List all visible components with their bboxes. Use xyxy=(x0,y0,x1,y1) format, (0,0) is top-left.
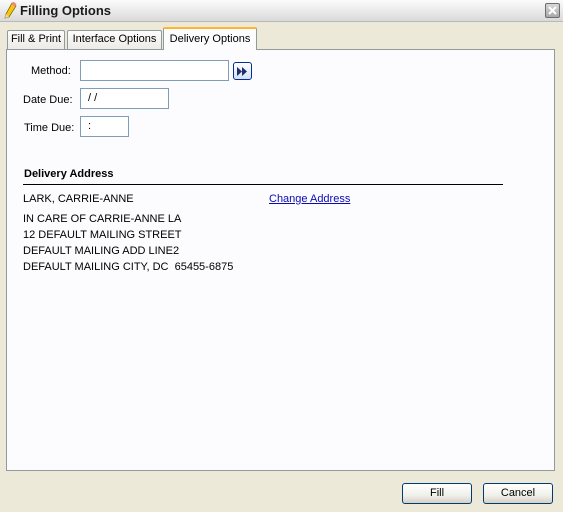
method-field[interactable] xyxy=(80,60,229,81)
close-icon[interactable] xyxy=(545,3,560,18)
fill-button[interactable]: Fill xyxy=(402,483,472,504)
time-due-field[interactable]: : xyxy=(80,116,129,137)
recipient-name: LARK, CARRIE-ANNE xyxy=(23,193,134,205)
method-label: Method: xyxy=(31,65,71,77)
tab-interface-options[interactable]: Interface Options xyxy=(67,30,162,49)
address-line: DEFAULT MAILING CITY, DC 65455-6875 xyxy=(23,261,234,273)
delivery-options-panel xyxy=(6,49,555,471)
address-line: IN CARE OF CARRIE-ANNE LA xyxy=(23,213,182,225)
double-arrow-right-icon xyxy=(237,67,247,76)
tab-delivery-options[interactable]: Delivery Options xyxy=(163,27,257,50)
delivery-address-heading: Delivery Address xyxy=(24,168,114,180)
address-line: DEFAULT MAILING ADD LINE2 xyxy=(23,245,180,257)
tab-fill-print[interactable]: Fill & Print xyxy=(7,30,65,49)
pencil-app-icon xyxy=(3,1,19,20)
window-title: Filling Options xyxy=(20,3,111,18)
section-divider xyxy=(23,184,503,185)
change-address-link[interactable]: Change Address xyxy=(269,193,350,205)
cancel-button[interactable]: Cancel xyxy=(483,483,553,504)
date-due-field[interactable]: / / xyxy=(80,88,169,109)
time-due-label: Time Due: xyxy=(24,122,75,134)
method-browse-button[interactable] xyxy=(233,62,252,80)
date-due-label: Date Due: xyxy=(23,94,73,106)
address-line: 12 DEFAULT MAILING STREET xyxy=(23,229,182,241)
title-bar[interactable]: Filling Options xyxy=(0,0,563,22)
